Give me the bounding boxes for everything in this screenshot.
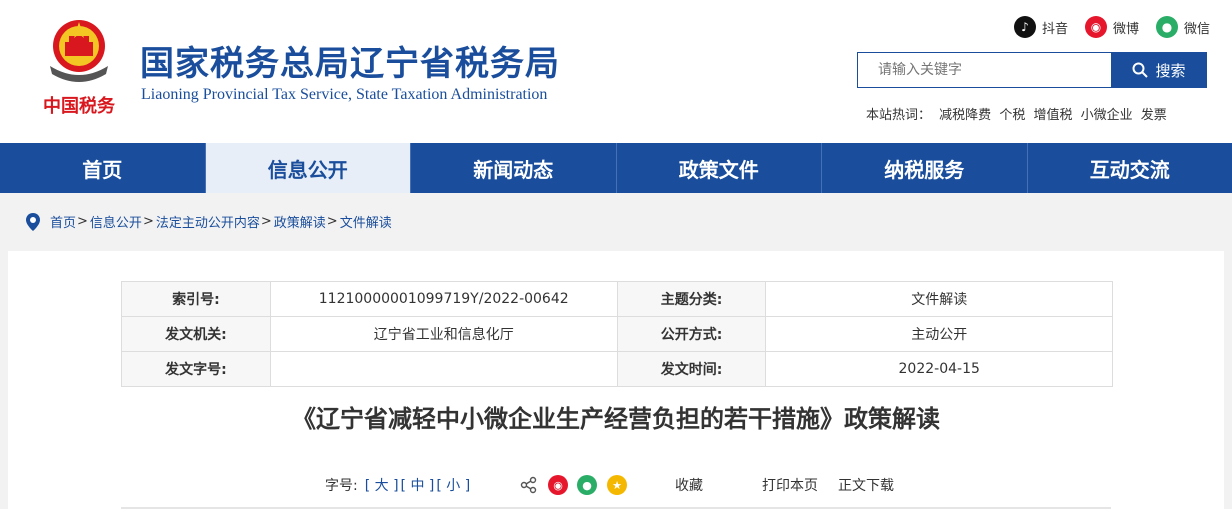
content-panel: 索引号: 11210000001099719Y/2022-00642 主题分类:… — [8, 251, 1224, 509]
table-row: 发文机关: 辽宁省工业和信息化厅 公开方式: 主动公开 — [121, 316, 1113, 352]
douyin-label: 抖音 — [1042, 21, 1069, 37]
publicity-label: 公开方式: — [616, 316, 767, 352]
breadcrumb-separator: > — [326, 214, 338, 229]
font-large-button[interactable]: [ 大 ] — [365, 475, 399, 495]
font-medium-button[interactable]: [ 中 ] — [401, 475, 435, 495]
search-button[interactable]: 搜索 — [1111, 52, 1207, 88]
wechat-icon: ● — [577, 475, 597, 495]
topic-label: 主题分类: — [616, 281, 767, 317]
favorite-star-button[interactable]: ★ — [607, 473, 627, 497]
location-pin-icon — [26, 212, 40, 231]
site-title: 国家税务总局辽宁省税务局 — [140, 44, 560, 84]
nav-home[interactable]: 首页 — [0, 143, 206, 193]
hot-word[interactable]: 减税降费 — [939, 108, 991, 123]
search-input[interactable] — [857, 52, 1111, 88]
article-title: 《辽宁省减轻中小微企业生产经营负担的若干措施》政策解读 — [292, 405, 940, 433]
article-toolbar: 字号: [ 大 ] [ 中 ] [ 小 ] ◉ ● ★ 收藏 打印本页 正文下载 — [0, 473, 1232, 497]
download-link[interactable]: 正文下载 — [838, 473, 894, 497]
nav-news[interactable]: 新闻动态 — [411, 143, 617, 193]
breadcrumb-separator: > — [142, 214, 154, 229]
site-subtitle: Liaoning Provincial Tax Service, State T… — [141, 86, 548, 103]
index-label: 索引号: — [121, 281, 271, 317]
search-button-label: 搜索 — [1155, 61, 1186, 80]
weibo-icon: ◉ — [1085, 16, 1107, 38]
nav-interaction[interactable]: 互动交流 — [1028, 143, 1232, 193]
breadcrumb-policy-interpretation[interactable]: 政策解读 — [274, 212, 326, 231]
nav-policy[interactable]: 政策文件 — [617, 143, 822, 193]
weibo-label: 微博 — [1113, 21, 1140, 37]
nav-tax-service[interactable]: 纳税服务 — [822, 143, 1028, 193]
issuer-value: 辽宁省工业和信息化厅 — [269, 316, 618, 352]
share-weibo-button[interactable]: ◉ — [548, 473, 568, 497]
index-value: 11210000001099719Y/2022-00642 — [269, 281, 618, 317]
weibo-link[interactable]: ◉ 微博 — [1085, 15, 1139, 39]
share-wechat-button[interactable]: ● — [577, 473, 597, 497]
document-meta-table: 索引号: 11210000001099719Y/2022-00642 主题分类:… — [121, 281, 1113, 387]
main-nav: 首页 信息公开 新闻动态 政策文件 纳税服务 互动交流 — [0, 143, 1232, 193]
wechat-icon: ● — [1156, 16, 1178, 38]
site-header: 中国税务 国家税务总局辽宁省税务局 Liaoning Provincial Ta… — [0, 0, 1232, 143]
date-value: 2022-04-15 — [765, 351, 1113, 387]
share-icon[interactable] — [520, 473, 538, 497]
doc-number-label: 发文字号: — [121, 351, 271, 387]
hot-word[interactable]: 小微企业 — [1081, 108, 1133, 123]
breadcrumb-statutory[interactable]: 法定主动公开内容 — [156, 212, 260, 231]
breadcrumb-home[interactable]: 首页 — [50, 212, 76, 231]
douyin-icon: ♪ — [1014, 16, 1036, 38]
hot-word[interactable]: 发票 — [1141, 108, 1167, 123]
search-icon — [1132, 62, 1149, 78]
nav-info-disclosure[interactable]: 信息公开 — [205, 143, 411, 193]
font-size-label: 字号: — [325, 478, 358, 494]
doc-number-value — [269, 351, 618, 387]
topic-value: 文件解读 — [765, 281, 1113, 317]
hot-words: 本站热词： 减税降费 个税 增值税 小微企业 发票 — [866, 104, 1167, 123]
svg-text:中国税务: 中国税务 — [43, 95, 116, 117]
issuer-label: 发文机关: — [121, 316, 271, 352]
date-label: 发文时间: — [616, 351, 767, 387]
wechat-link[interactable]: ● 微信 — [1156, 15, 1210, 39]
breadcrumb: 首页 > 信息公开 > 法定主动公开内容 > 政策解读 > 文件解读 — [26, 212, 392, 231]
table-row: 索引号: 11210000001099719Y/2022-00642 主题分类:… — [121, 281, 1113, 317]
breadcrumb-info[interactable]: 信息公开 — [90, 212, 142, 231]
favorite-link[interactable]: 收藏 — [675, 473, 703, 497]
national-emblem-logo[interactable]: 中国税务 — [36, 12, 122, 122]
breadcrumb-separator: > — [77, 214, 88, 229]
publicity-value: 主动公开 — [765, 316, 1113, 352]
hot-word[interactable]: 增值税 — [1033, 108, 1072, 123]
breadcrumb-doc-interpretation[interactable]: 文件解读 — [340, 212, 392, 231]
hot-word[interactable]: 个税 — [999, 108, 1025, 123]
weibo-icon: ◉ — [548, 475, 568, 495]
breadcrumb-separator: > — [260, 214, 272, 229]
print-link[interactable]: 打印本页 — [762, 473, 818, 497]
hot-words-label: 本站热词： — [866, 108, 932, 123]
font-size-controls: 字号: [ 大 ] [ 中 ] [ 小 ] — [324, 473, 471, 497]
font-small-button[interactable]: [ 小 ] — [436, 475, 470, 495]
table-row: 发文字号: 发文时间: 2022-04-15 — [121, 351, 1113, 387]
star-icon: ★ — [607, 475, 627, 495]
douyin-link[interactable]: ♪ 抖音 — [1014, 15, 1068, 39]
wechat-label: 微信 — [1184, 21, 1211, 37]
